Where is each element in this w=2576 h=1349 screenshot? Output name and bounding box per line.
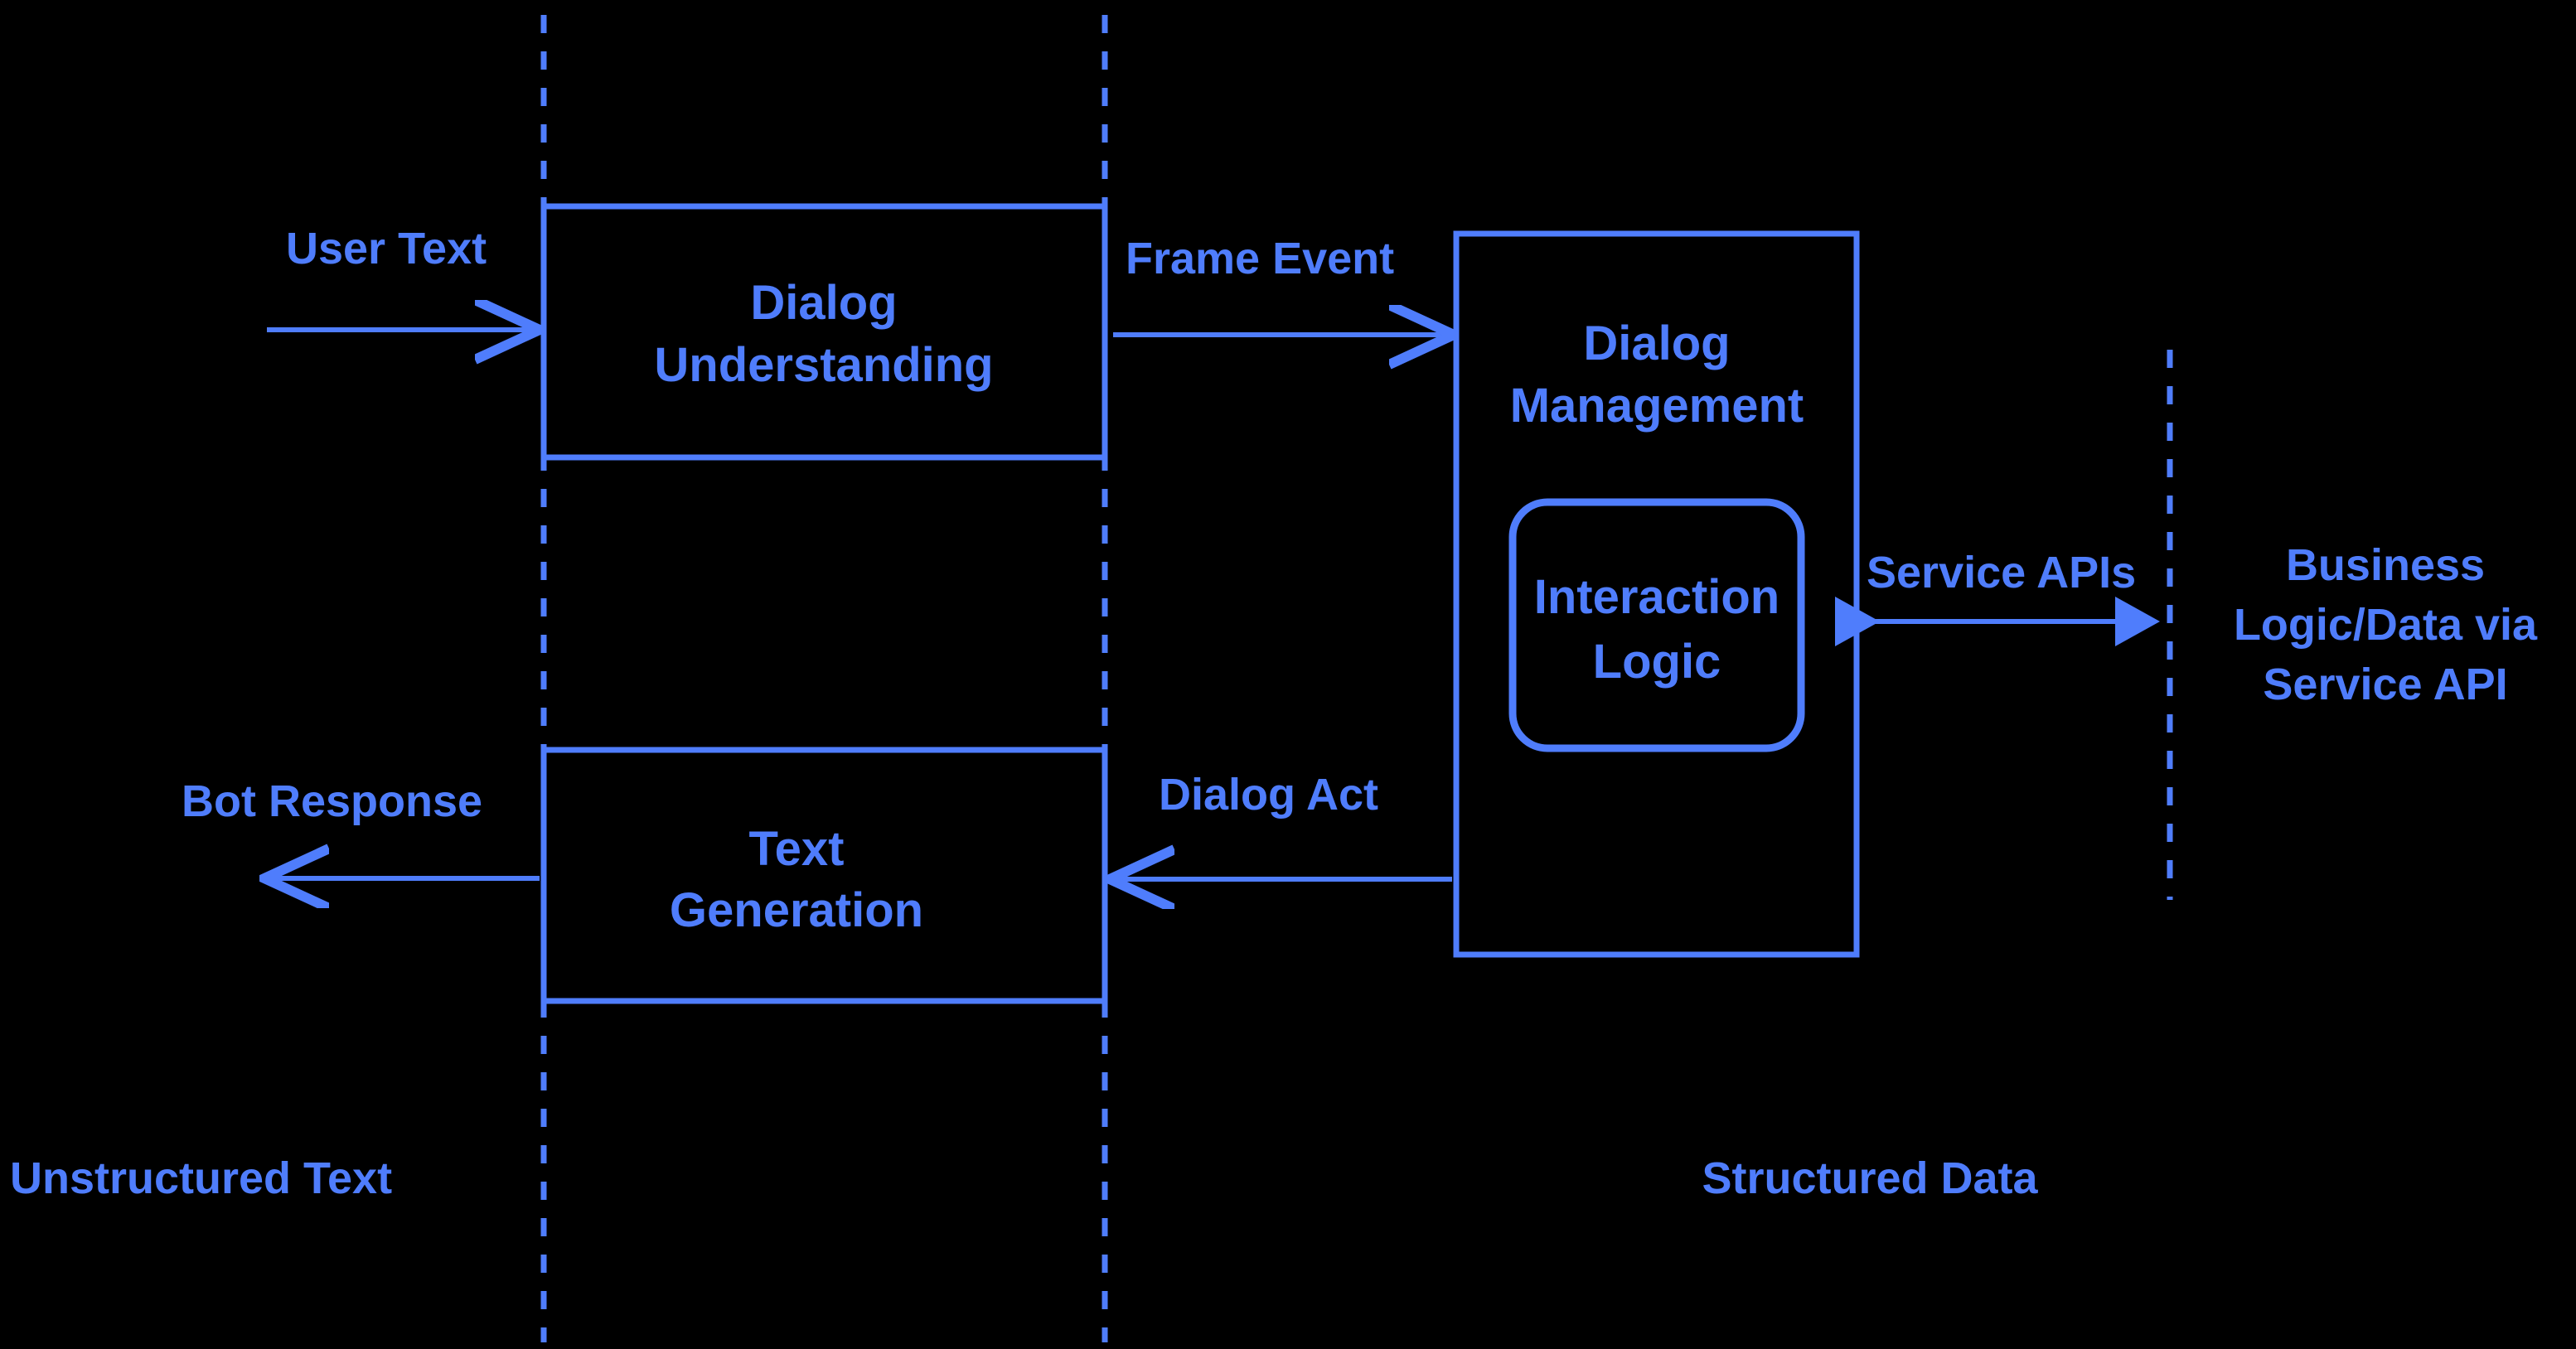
node-interaction-logic[interactable] <box>1508 498 1805 752</box>
edge-frame-event-label: Frame Event <box>1126 234 1394 283</box>
architecture-diagram: Dialog Understanding Dialog Management I… <box>10 15 2538 1342</box>
node-text-generation-label-line1: Text <box>749 822 845 876</box>
node-dialog-management-label-line1: Dialog <box>1583 317 1730 370</box>
node-interaction-logic-label-line1: Interaction <box>1534 570 1780 624</box>
node-dialog-management-label-line2: Management <box>1510 379 1804 433</box>
node-dialog-understanding[interactable] <box>540 203 1108 461</box>
zone-label-unstructured-text: Unstructured Text <box>10 1153 392 1203</box>
diagram-canvas: Dialog Understanding Dialog Management I… <box>0 0 2576 1349</box>
zone-label-structured-data: Structured Data <box>1702 1153 2038 1203</box>
edge-bot-response-label: Bot Response <box>182 776 482 826</box>
external-business-logic-line2: Logic/Data via <box>2234 600 2538 650</box>
edge-dialog-act-label: Dialog Act <box>1159 770 1378 820</box>
node-text-generation-label-line2: Generation <box>670 883 923 937</box>
node-dialog-understanding-label-line2: Understanding <box>654 338 993 392</box>
edge-service-apis-label: Service APIs <box>1867 548 2136 597</box>
external-business-logic-line1: Business <box>2286 540 2485 590</box>
edge-user-text-label: User Text <box>286 224 487 273</box>
external-business-logic-line3: Service API <box>2263 660 2507 709</box>
node-dialog-understanding-label-line1: Dialog <box>750 276 897 330</box>
node-interaction-logic-label-line2: Logic <box>1593 635 1721 689</box>
